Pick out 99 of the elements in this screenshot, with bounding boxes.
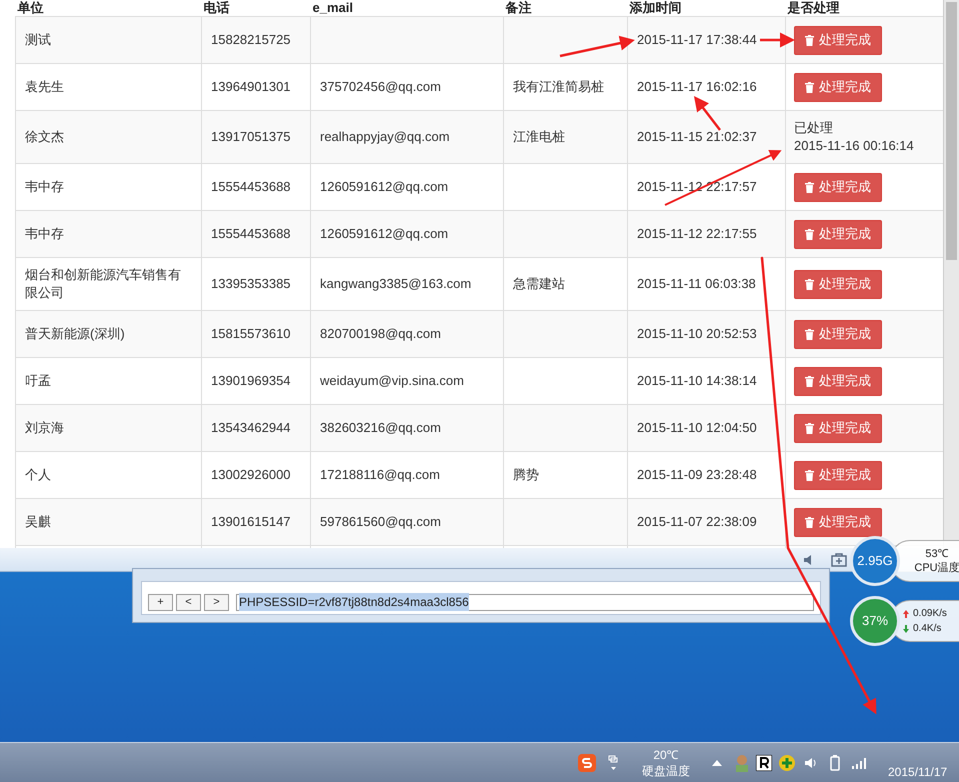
nav-button[interactable]: < — [176, 594, 201, 610]
handled-status: 已处理 — [794, 119, 834, 137]
trash-icon — [805, 470, 814, 480]
phone-cell: 15815573610 — [211, 326, 291, 341]
email-cell: 1260591612@qq.com — [320, 226, 448, 241]
download-speed: 0.4K/s — [913, 622, 942, 636]
complete-button[interactable]: 处理完成 — [794, 26, 882, 54]
annotation-arrow — [694, 96, 721, 131]
note-cell: 腾势 — [513, 467, 539, 482]
time-cell: 2015-11-11 06:03:38 — [637, 276, 756, 291]
battery-icon[interactable] — [830, 754, 840, 770]
time-cell: 2015-11-10 12:04:50 — [637, 420, 757, 435]
unit-cell: 个人 — [25, 467, 51, 482]
email-cell: 1260591612@qq.com — [320, 179, 448, 194]
time-cell: 2015-11-09 23:28:48 — [637, 467, 757, 482]
window-switch-icon[interactable] — [608, 754, 618, 772]
column-header: e_mail — [310, 0, 504, 16]
annotation-arrow — [760, 32, 795, 48]
unit-cell: 袁先生 — [25, 79, 64, 94]
complete-button[interactable]: 处理完成 — [794, 270, 882, 298]
volume-icon[interactable] — [804, 756, 818, 770]
signal-icon[interactable] — [852, 756, 868, 768]
phone-cell: 13901969354 — [211, 373, 291, 388]
note-cell: 江淮电桩 — [513, 129, 565, 144]
unit-cell: 普天新能源(深圳) — [25, 326, 125, 341]
complete-button[interactable]: 处理完成 — [794, 366, 882, 396]
column-header: 是否处理 — [786, 0, 943, 16]
time-cell: 2015-11-15 21:02:37 — [637, 129, 757, 144]
complete-button[interactable]: 处理完成 — [794, 72, 882, 102]
phone-cell: 13002926000 — [211, 467, 291, 482]
trash-icon — [805, 278, 814, 290]
input-method-icon[interactable] — [578, 754, 596, 772]
trash-icon — [805, 228, 814, 240]
unit-cell: 韦中存 — [25, 179, 64, 194]
unit-cell: 测试 — [25, 32, 51, 47]
email-cell: 597861560@qq.com — [320, 514, 441, 529]
note-cell: 我有江淮简易桩 — [513, 79, 604, 94]
trash-icon — [805, 82, 814, 92]
email-cell: 820700198@qq.com — [320, 326, 441, 341]
email-cell: weidayum@vip.sina.com — [320, 373, 464, 388]
down-arrow-icon — [903, 624, 909, 632]
phone-cell: 15554453688 — [211, 179, 291, 194]
time-cell: 2015-11-07 22:38:09 — [637, 514, 757, 529]
phone-cell: 13395353385 — [211, 276, 291, 291]
complete-button[interactable]: 处理完成 — [794, 508, 882, 536]
trash-icon — [805, 376, 814, 386]
note-cell: 急需建站 — [513, 276, 565, 291]
upload-speed: 0.09K/s — [913, 607, 947, 621]
column-header: 单位 — [16, 0, 202, 16]
toolbox-icon[interactable] — [831, 552, 847, 566]
trash-icon — [805, 328, 814, 340]
complete-button[interactable]: 处理完成 — [794, 172, 882, 202]
trash-icon — [805, 182, 814, 192]
complete-button[interactable]: 处理完成 — [794, 220, 882, 248]
show-hidden-icons-icon[interactable] — [712, 758, 722, 766]
phone-cell: 15828215725 — [211, 32, 291, 47]
trash-icon — [805, 422, 814, 434]
nav-button[interactable]: + — [148, 594, 173, 610]
disk-temperature: 20℃ — [653, 746, 679, 762]
nav-button[interactable]: > — [204, 594, 229, 610]
handled-time: 2015-11-16 00:16:14 — [794, 137, 915, 155]
time-cell: 2015-11-17 17:38:44 — [637, 32, 757, 47]
column-header: 添加时间 — [628, 0, 786, 16]
disk-temperature-label: 硬盘温度 — [642, 762, 690, 778]
column-header: 备注 — [504, 0, 628, 16]
time-cell: 2015-11-10 20:52:53 — [637, 326, 757, 341]
time-cell: 2015-11-12 22:17:55 — [637, 226, 757, 241]
trash-icon — [805, 34, 814, 46]
plus-shield-icon[interactable] — [778, 754, 796, 772]
unit-cell: 刘京海 — [25, 420, 64, 435]
email-cell: 375702456@qq.com — [320, 79, 441, 94]
phone-cell: 13917051375 — [211, 129, 291, 144]
phone-cell: 15554453688 — [211, 226, 291, 241]
email-cell: 382603216@qq.com — [320, 420, 441, 435]
trash-icon — [805, 516, 814, 528]
unit-cell: 韦中存 — [25, 226, 64, 241]
email-cell: kangwang3385@163.com — [320, 276, 472, 291]
cpu-temperature-label: CPU温度 — [914, 561, 959, 575]
unit-cell: 徐文杰 — [25, 129, 64, 144]
phone-cell: 13964901301 — [211, 79, 291, 94]
unit-cell: 烟台和创新能源汽车销售有限公司 — [25, 267, 181, 300]
time-cell: 2015-11-10 14:38:14 — [637, 373, 757, 388]
unit-cell: 吁孟 — [25, 373, 51, 388]
time-cell: 2015-11-12 22:17:57 — [637, 179, 757, 194]
email-cell: realhappyjay@qq.com — [320, 129, 450, 144]
letter-r-icon[interactable] — [756, 754, 772, 770]
phone-cell: 13901615147 — [211, 514, 291, 529]
unit-cell: 吴麒 — [25, 514, 51, 529]
complete-button[interactable]: 处理完成 — [794, 460, 882, 490]
taskbar-date[interactable]: 2015/11/17 — [888, 762, 948, 780]
column-header: 电话 — [202, 0, 310, 16]
complete-button[interactable]: 处理完成 — [794, 320, 882, 348]
email-cell: 172188116@qq.com — [320, 467, 440, 482]
up-arrow-icon — [903, 610, 909, 618]
time-cell: 2015-11-17 16:02:16 — [637, 79, 757, 94]
cookie-field[interactable]: PHPSESSID=r2vf87tj88tn8d2s4maa3cl856 — [236, 594, 814, 610]
complete-button[interactable]: 处理完成 — [794, 414, 882, 442]
phone-cell: 13543462944 — [211, 420, 291, 435]
cpu-temperature: 53℃ — [925, 547, 949, 561]
